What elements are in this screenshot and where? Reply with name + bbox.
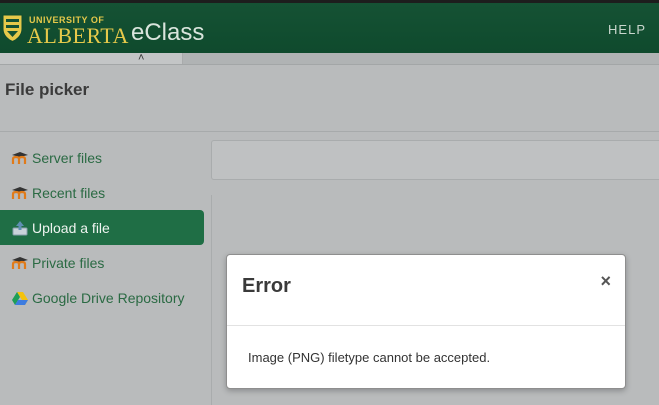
help-link[interactable]: HELP [608,22,646,37]
app-name[interactable]: eClass [131,19,204,47]
sidebar-item-recent-files[interactable]: Recent files [0,175,204,210]
divider [0,131,659,132]
upload-icon [10,218,30,238]
error-dialog: Error × Image (PNG) filetype cannot be a… [226,254,626,389]
sidebar-item-upload-a-file[interactable]: Upload a file [0,210,204,245]
moodle-icon [10,253,30,273]
sidebar-item-server-files[interactable]: Server files [0,140,204,175]
university-crest-icon [2,14,23,42]
page-title: File picker [5,80,90,99]
moodle-icon [10,183,30,203]
divider [211,195,212,405]
chevron-up-icon[interactable]: ˄ [138,52,144,64]
google-drive-icon [10,288,30,308]
collapse-tab[interactable] [0,53,183,64]
top-bar: UNIVERSITY OF ALBERTA eClass HELP [0,0,659,53]
sidebar-item-label: Google Drive Repository [32,289,185,306]
divider [227,325,625,326]
close-icon[interactable]: × [600,271,611,292]
file-path-bar [211,140,659,180]
sidebar-item-private-files[interactable]: Private files [0,245,204,280]
dialog-title: Error [242,275,291,297]
moodle-icon [10,148,30,168]
sidebar-item-google-drive-repository[interactable]: Google Drive Repository [0,280,204,315]
sidebar-item-label: Recent files [32,184,106,201]
university-name: ALBERTA [27,23,129,48]
sidebar-item-label: Server files [32,149,103,166]
sidebar-item-label: Private files [32,254,105,271]
divider [0,64,659,65]
sidebar-item-label: Upload a file [32,219,110,236]
error-message: Image (PNG) filetype cannot be accepted. [248,350,491,365]
